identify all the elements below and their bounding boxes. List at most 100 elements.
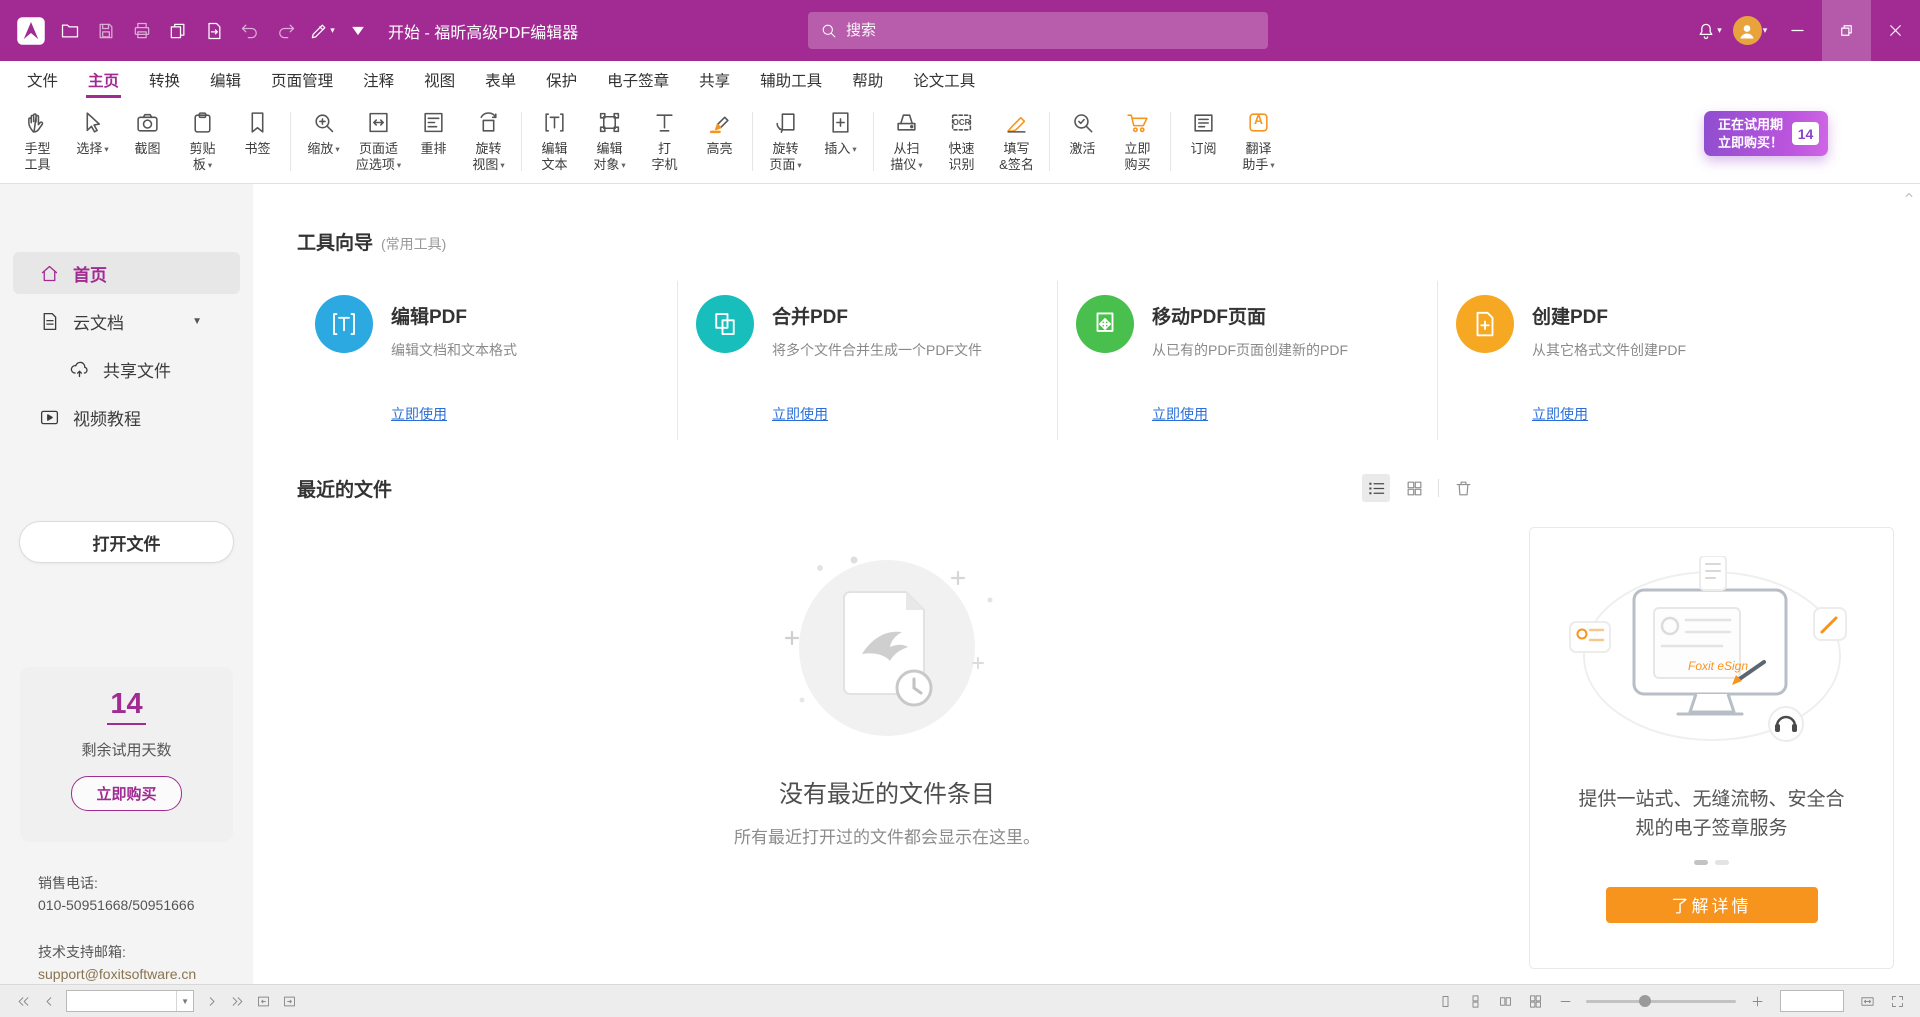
search-input[interactable] <box>846 22 1256 39</box>
menu-paper-tools[interactable]: 论文工具 <box>898 61 990 98</box>
undo-icon[interactable] <box>232 13 268 49</box>
open-file-button[interactable]: 打开文件 <box>19 521 234 563</box>
tool-rotate-view[interactable]: 旋转视图▾ <box>461 103 516 183</box>
trash-icon[interactable] <box>1449 474 1477 502</box>
menu-protect[interactable]: 保护 <box>531 61 592 98</box>
use-now-link[interactable]: 立即使用 <box>1152 404 1208 424</box>
zoom-percentage-input[interactable] <box>1781 991 1843 1011</box>
facing-view-icon[interactable] <box>1492 989 1518 1013</box>
restore-button[interactable] <box>1822 0 1871 61</box>
tool-quick-ocr[interactable]: OCR 快速识别 <box>934 103 989 183</box>
sidebar-item-shared-files[interactable]: 共享文件 <box>13 348 240 390</box>
menu-esign[interactable]: 电子签章 <box>592 61 684 98</box>
menu-view[interactable]: 视图 <box>409 61 470 98</box>
carousel-dot[interactable] <box>1694 860 1708 865</box>
next-view-icon[interactable] <box>276 989 302 1013</box>
tool-buy-now[interactable]: 立即购买 <box>1110 103 1165 183</box>
tool-label: 高亮 <box>706 141 732 156</box>
sidebar-item-cloud-docs[interactable]: 云文档 ▼ <box>13 300 240 342</box>
carousel-dot[interactable] <box>1715 860 1729 865</box>
scroll-up-icon[interactable] <box>1903 188 1915 206</box>
grid-view-icon[interactable] <box>1400 474 1428 502</box>
tool-hand[interactable]: 手型工具 <box>10 103 65 183</box>
tool-snapshot[interactable]: 截图 <box>120 103 175 183</box>
menu-convert[interactable]: 转换 <box>134 61 195 98</box>
tool-activate[interactable]: 激活 <box>1055 103 1110 183</box>
export-document-icon[interactable] <box>196 13 232 49</box>
sidebar-item-home[interactable]: 首页 <box>13 252 240 294</box>
tool-reflow[interactable]: 重排 <box>406 103 461 183</box>
zoom-percentage-box[interactable] <box>1780 990 1844 1012</box>
tool-page-fit[interactable]: 页面适应选项▾ <box>351 103 406 183</box>
tool-edit-text[interactable]: 编辑文本 <box>527 103 582 183</box>
menu-form[interactable]: 表单 <box>470 61 531 98</box>
chevron-down-icon[interactable]: ▼ <box>176 991 193 1011</box>
use-now-link[interactable]: 立即使用 <box>391 404 447 424</box>
fullscreen-icon[interactable] <box>1884 989 1910 1013</box>
tool-subscribe[interactable]: 订阅 <box>1176 103 1231 183</box>
learn-more-button[interactable]: 了解详情 <box>1606 887 1818 923</box>
pen-style-icon[interactable]: ▾ <box>304 13 340 49</box>
copy-document-icon[interactable] <box>160 13 196 49</box>
print-icon[interactable] <box>124 13 160 49</box>
account-avatar[interactable]: ▾ <box>1727 13 1773 49</box>
tool-fill-sign[interactable]: 填写&签名 <box>989 103 1044 183</box>
chevron-down-icon[interactable]: ▼ <box>192 316 202 327</box>
menu-share[interactable]: 共享 <box>684 61 745 98</box>
zoom-slider-thumb[interactable] <box>1639 995 1651 1007</box>
minimize-button[interactable] <box>1773 0 1822 61</box>
tool-bookmark[interactable]: 书签 <box>230 103 285 183</box>
card-move-pdf-pages[interactable]: 移动PDF页面 从已有的PDF页面创建新的PDF 立即使用 <box>1057 281 1437 440</box>
save-icon[interactable] <box>88 13 124 49</box>
use-now-link[interactable]: 立即使用 <box>1532 404 1588 424</box>
continuous-view-icon[interactable] <box>1462 989 1488 1013</box>
close-button[interactable] <box>1871 0 1920 61</box>
open-file-icon[interactable] <box>52 13 88 49</box>
tool-zoom[interactable]: 缩放▾ <box>296 103 351 183</box>
page-number-input[interactable] <box>67 994 176 1008</box>
search-bar[interactable] <box>808 12 1268 49</box>
previous-view-icon[interactable] <box>250 989 276 1013</box>
tool-highlight[interactable]: 高亮 <box>692 103 747 183</box>
card-merge-pdf[interactable]: 合并PDF 将多个文件合并生成一个PDF文件 立即使用 <box>677 281 1057 440</box>
redo-icon[interactable] <box>268 13 304 49</box>
use-now-link[interactable]: 立即使用 <box>772 404 828 424</box>
zoom-in-icon[interactable] <box>1744 989 1770 1013</box>
first-page-icon[interactable] <box>10 989 36 1013</box>
trial-banner[interactable]: 正在试用期 立即购买！ 14 <box>1704 111 1828 156</box>
menu-page-management[interactable]: 页面管理 <box>256 61 348 98</box>
tool-rotate-pages[interactable]: 旋转页面▾ <box>758 103 813 183</box>
tool-edit-object[interactable]: 编辑对象▾ <box>582 103 637 183</box>
facing-continuous-view-icon[interactable] <box>1522 989 1548 1013</box>
zoom-slider[interactable] <box>1586 989 1736 1013</box>
tool-clipboard[interactable]: 剪贴板▾ <box>175 103 230 183</box>
tool-from-scanner[interactable]: 从扫描仪▾ <box>879 103 934 183</box>
menu-edit[interactable]: 编辑 <box>195 61 256 98</box>
quick-access-menu-icon[interactable] <box>340 13 376 49</box>
single-page-view-icon[interactable] <box>1432 989 1458 1013</box>
next-page-icon[interactable] <box>198 989 224 1013</box>
zoom-out-icon[interactable] <box>1552 989 1578 1013</box>
buy-now-button[interactable]: 立即购买 <box>71 776 181 811</box>
avatar <box>1733 16 1762 45</box>
page-number-box[interactable]: ▼ <box>66 990 194 1012</box>
support-email-link[interactable]: support@foxitsoftware.cn <box>38 963 196 985</box>
menu-help[interactable]: 帮助 <box>837 61 898 98</box>
sidebar-item-video-tutorials[interactable]: 视频教程 <box>13 396 240 438</box>
tool-select[interactable]: 选择▾ <box>65 103 120 183</box>
notification-bell-icon[interactable]: ▾ <box>1691 13 1727 49</box>
sidebar-item-label: 视频教程 <box>73 405 141 430</box>
previous-page-icon[interactable] <box>36 989 62 1013</box>
fit-width-icon[interactable] <box>1854 989 1880 1013</box>
menu-home[interactable]: 主页 <box>73 61 134 98</box>
menu-file[interactable]: 文件 <box>12 61 73 98</box>
tool-insert[interactable]: 插入▾ <box>813 103 868 183</box>
card-edit-pdf[interactable]: 编辑PDF 编辑文档和文本格式 立即使用 <box>297 281 677 440</box>
list-view-icon[interactable] <box>1362 474 1390 502</box>
menu-accessibility[interactable]: 辅助工具 <box>745 61 837 98</box>
tool-translate[interactable]: A 翻译助手▾ <box>1231 103 1286 183</box>
last-page-icon[interactable] <box>224 989 250 1013</box>
card-create-pdf[interactable]: 创建PDF 从其它格式文件创建PDF 立即使用 <box>1437 281 1817 440</box>
menu-comment[interactable]: 注释 <box>348 61 409 98</box>
tool-typewriter[interactable]: 打字机 <box>637 103 692 183</box>
